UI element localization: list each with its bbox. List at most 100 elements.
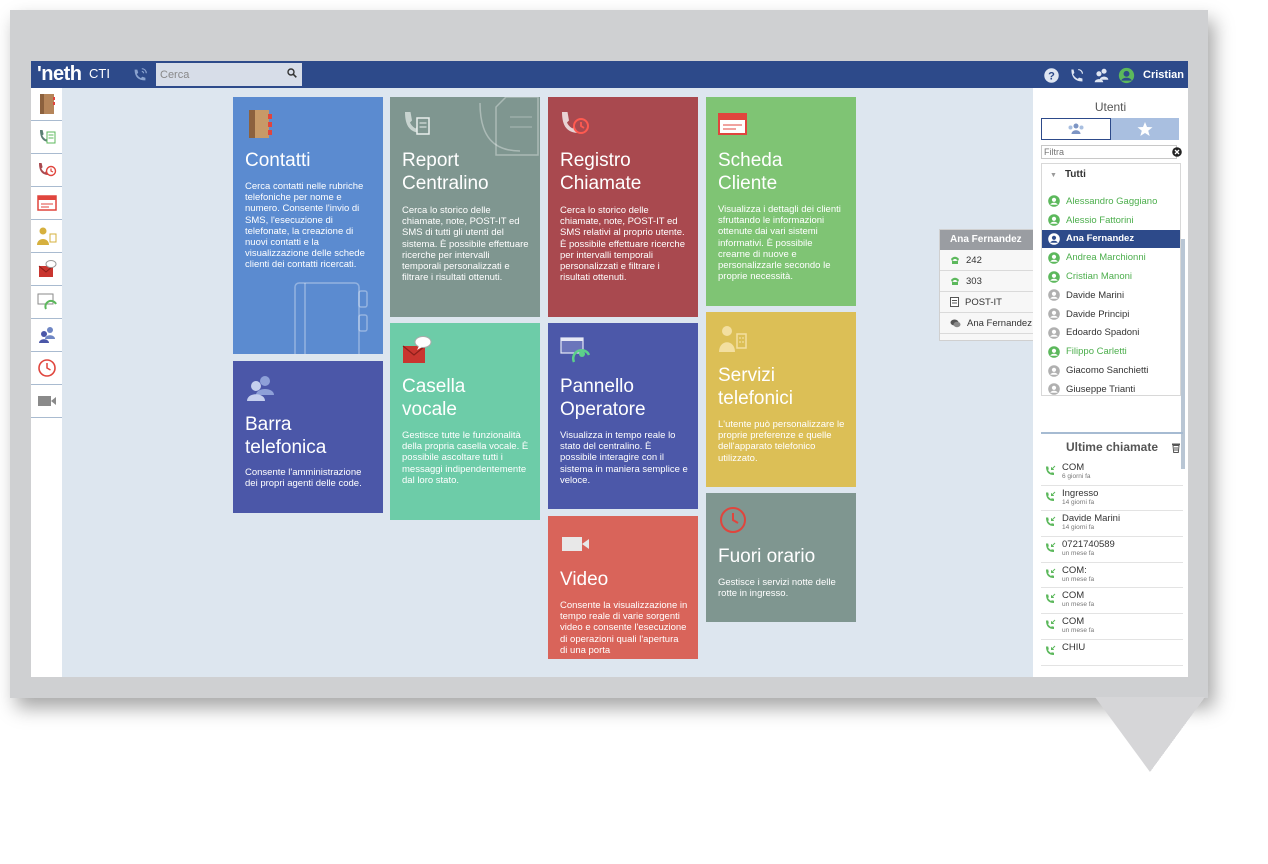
call-report-icon (405, 112, 430, 135)
call-incoming-icon (1046, 568, 1056, 578)
recent-call-row[interactable]: 0721740589 un mese fa (1041, 537, 1183, 563)
popup-extension-row[interactable]: 242 (940, 250, 1038, 271)
phone-ring-icon[interactable] (131, 66, 149, 84)
top-right-actions: ? Cristian (1043, 65, 1184, 85)
operator-panel-icon (37, 293, 57, 310)
tile-description: Cerca lo storico delle chiamate, note, P… (560, 205, 685, 284)
tile-scheda[interactable]: Scheda Cliente Visualizza i dettagli dei… (706, 97, 856, 306)
users-group-header[interactable]: ▼ Tutti (1042, 164, 1180, 186)
recent-call-row[interactable]: COM un mese fa (1041, 614, 1183, 640)
user-row[interactable]: Filippo Carletti (1042, 342, 1180, 361)
tile-fuori[interactable]: Fuori orario Gestisce i servizi notte de… (706, 493, 856, 622)
call-incoming-icon (1046, 594, 1056, 604)
speech-bubble-tail (1095, 697, 1205, 847)
users-filter-input[interactable] (1041, 145, 1177, 159)
recent-call-row[interactable]: COM 6 giorni fa (1041, 460, 1183, 486)
tile-description: Gestisce tutte le funzionalità della pro… (402, 430, 529, 486)
popup-extension-row[interactable]: 303 (940, 271, 1038, 292)
sidebar-item-contatti[interactable] (31, 88, 62, 121)
tile-casella[interactable]: Casella vocale Gestisce tutte le funzion… (390, 323, 540, 520)
user-name: Filippo Carletti (1066, 346, 1127, 358)
help-icon[interactable]: ? (1043, 67, 1060, 84)
call-incoming-icon (1046, 517, 1056, 527)
tile-title: Report Centralino (402, 150, 489, 194)
popup-postit-row[interactable]: POST-IT (940, 292, 1038, 313)
search-icon[interactable] (287, 68, 297, 78)
call-name: Ingresso (1062, 487, 1099, 499)
user-name: Cristian Manoni (1066, 271, 1132, 283)
phone-status-icon[interactable] (1068, 67, 1085, 84)
address-book-icon (39, 94, 55, 114)
user-row[interactable]: Cristian Manoni (1042, 267, 1180, 286)
voicemail-icon (402, 336, 432, 363)
popup-row-label: POST-IT (965, 296, 1002, 308)
tab-all-users[interactable] (1041, 118, 1111, 140)
user-row[interactable]: Giuseppe Trianti (1042, 380, 1180, 395)
agents-icon (247, 376, 274, 401)
tile-description: Consente l'amministrazione dei propri ag… (245, 467, 362, 490)
user-name: Ana Fernandez (1066, 233, 1135, 245)
tile-servizi[interactable]: Servizi telefonici L'utente può personal… (706, 312, 856, 487)
search-input[interactable] (156, 63, 302, 86)
sidebar-item-registro[interactable] (31, 154, 62, 187)
user-detail-popup: Ana Fernandez 242 303 POST-IT Ana Fernan… (939, 229, 1039, 341)
users-list: ▼ Tutti Alessandro Gaggiano Alessio Fattor… (1041, 163, 1181, 396)
call-name: COM (1062, 590, 1085, 602)
tile-video[interactable]: Video Consente la visualizzazione in tem… (548, 516, 698, 659)
user-row[interactable]: Edoardo Spadoni (1042, 324, 1180, 343)
popup-row-label: 242 (966, 254, 982, 266)
user-row[interactable]: Alessio Fattorini (1042, 211, 1180, 230)
call-name: COM: (1062, 564, 1087, 576)
sidebar-item-fuori[interactable] (31, 352, 62, 385)
star-icon (1137, 122, 1153, 136)
recent-call-row[interactable]: COM: un mese fa (1041, 563, 1183, 589)
tile-pannello[interactable]: Pannello Operatore Visualizza in tempo r… (548, 323, 698, 509)
user-row[interactable]: Alessandro Gaggiano (1042, 192, 1180, 211)
user-row[interactable]: Giacomo Sanchietti (1042, 361, 1180, 380)
user-row[interactable]: Davide Marini (1042, 286, 1180, 305)
user-avatar-icon (1048, 383, 1060, 395)
caret-icon: ▼ (1050, 172, 1057, 179)
user-avatar-icon (1048, 345, 1060, 358)
tile-registro[interactable]: Registro Chiamate Cerca lo storico delle… (548, 97, 698, 317)
recent-calls-title: Ultime chiamate (1065, 440, 1159, 454)
popup-title: Ana Fernandez (940, 230, 1038, 250)
sidebar-item-scheda[interactable] (31, 187, 62, 220)
trash-icon[interactable] (1171, 442, 1181, 453)
queue-agents-icon[interactable] (1093, 67, 1110, 84)
popup-chat-row[interactable]: Ana Fernandez (940, 313, 1038, 334)
user-row[interactable]: Davide Principi (1042, 305, 1180, 324)
recent-call-row[interactable]: CHIU (1041, 640, 1183, 666)
recent-call-row[interactable]: COM un mese fa (1041, 588, 1183, 615)
sidebar-item-barra[interactable] (31, 319, 62, 352)
call-time: 14 giorni fa (1062, 524, 1095, 532)
call-history-icon (38, 163, 56, 177)
recent-call-row[interactable]: Ingresso 14 giorni fa (1041, 486, 1183, 512)
user-name[interactable]: Cristian (1143, 69, 1184, 81)
operator-panel-icon (560, 337, 590, 363)
sidebar-item-video[interactable] (31, 385, 62, 418)
tile-description: Visualizza i dettagli dei clienti sfrutt… (718, 204, 841, 283)
tile-title: Scheda Cliente (718, 150, 783, 194)
svg-text:?: ? (1048, 70, 1055, 82)
call-name: 0721740589 (1062, 539, 1115, 551)
tile-report[interactable]: Report Centralino Cerca lo storico delle… (390, 97, 540, 317)
tile-description: Cerca contatti nelle rubriche telefonich… (245, 181, 365, 271)
tile-contatti[interactable]: Contatti Cerca contatti nelle rubriche t… (233, 97, 383, 354)
tile-barra[interactable]: Barra telefonica Consente l'amministrazi… (233, 361, 383, 513)
user-avatar-icon[interactable] (1118, 67, 1135, 84)
sidebar-item-servizi[interactable] (31, 220, 62, 253)
recent-call-row[interactable]: Davide Marini 14 giorni fa (1041, 511, 1183, 538)
user-row[interactable]: Ana Fernandez (1042, 229, 1180, 249)
tile-title: Servizi telefonici (718, 365, 793, 409)
call-name: Davide Marini (1062, 513, 1121, 525)
tab-favorites[interactable] (1111, 118, 1179, 140)
user-row[interactable]: Andrea Marchionni (1042, 248, 1180, 267)
clear-filter-icon[interactable] (1172, 147, 1182, 157)
users-tabs (1041, 118, 1179, 140)
sidebar-item-pannello[interactable] (31, 286, 62, 319)
call-time: un mese fa (1062, 550, 1095, 558)
call-time: un mese fa (1062, 575, 1095, 583)
sidebar-item-casella[interactable] (31, 253, 62, 286)
sidebar-item-report[interactable] (31, 121, 62, 154)
